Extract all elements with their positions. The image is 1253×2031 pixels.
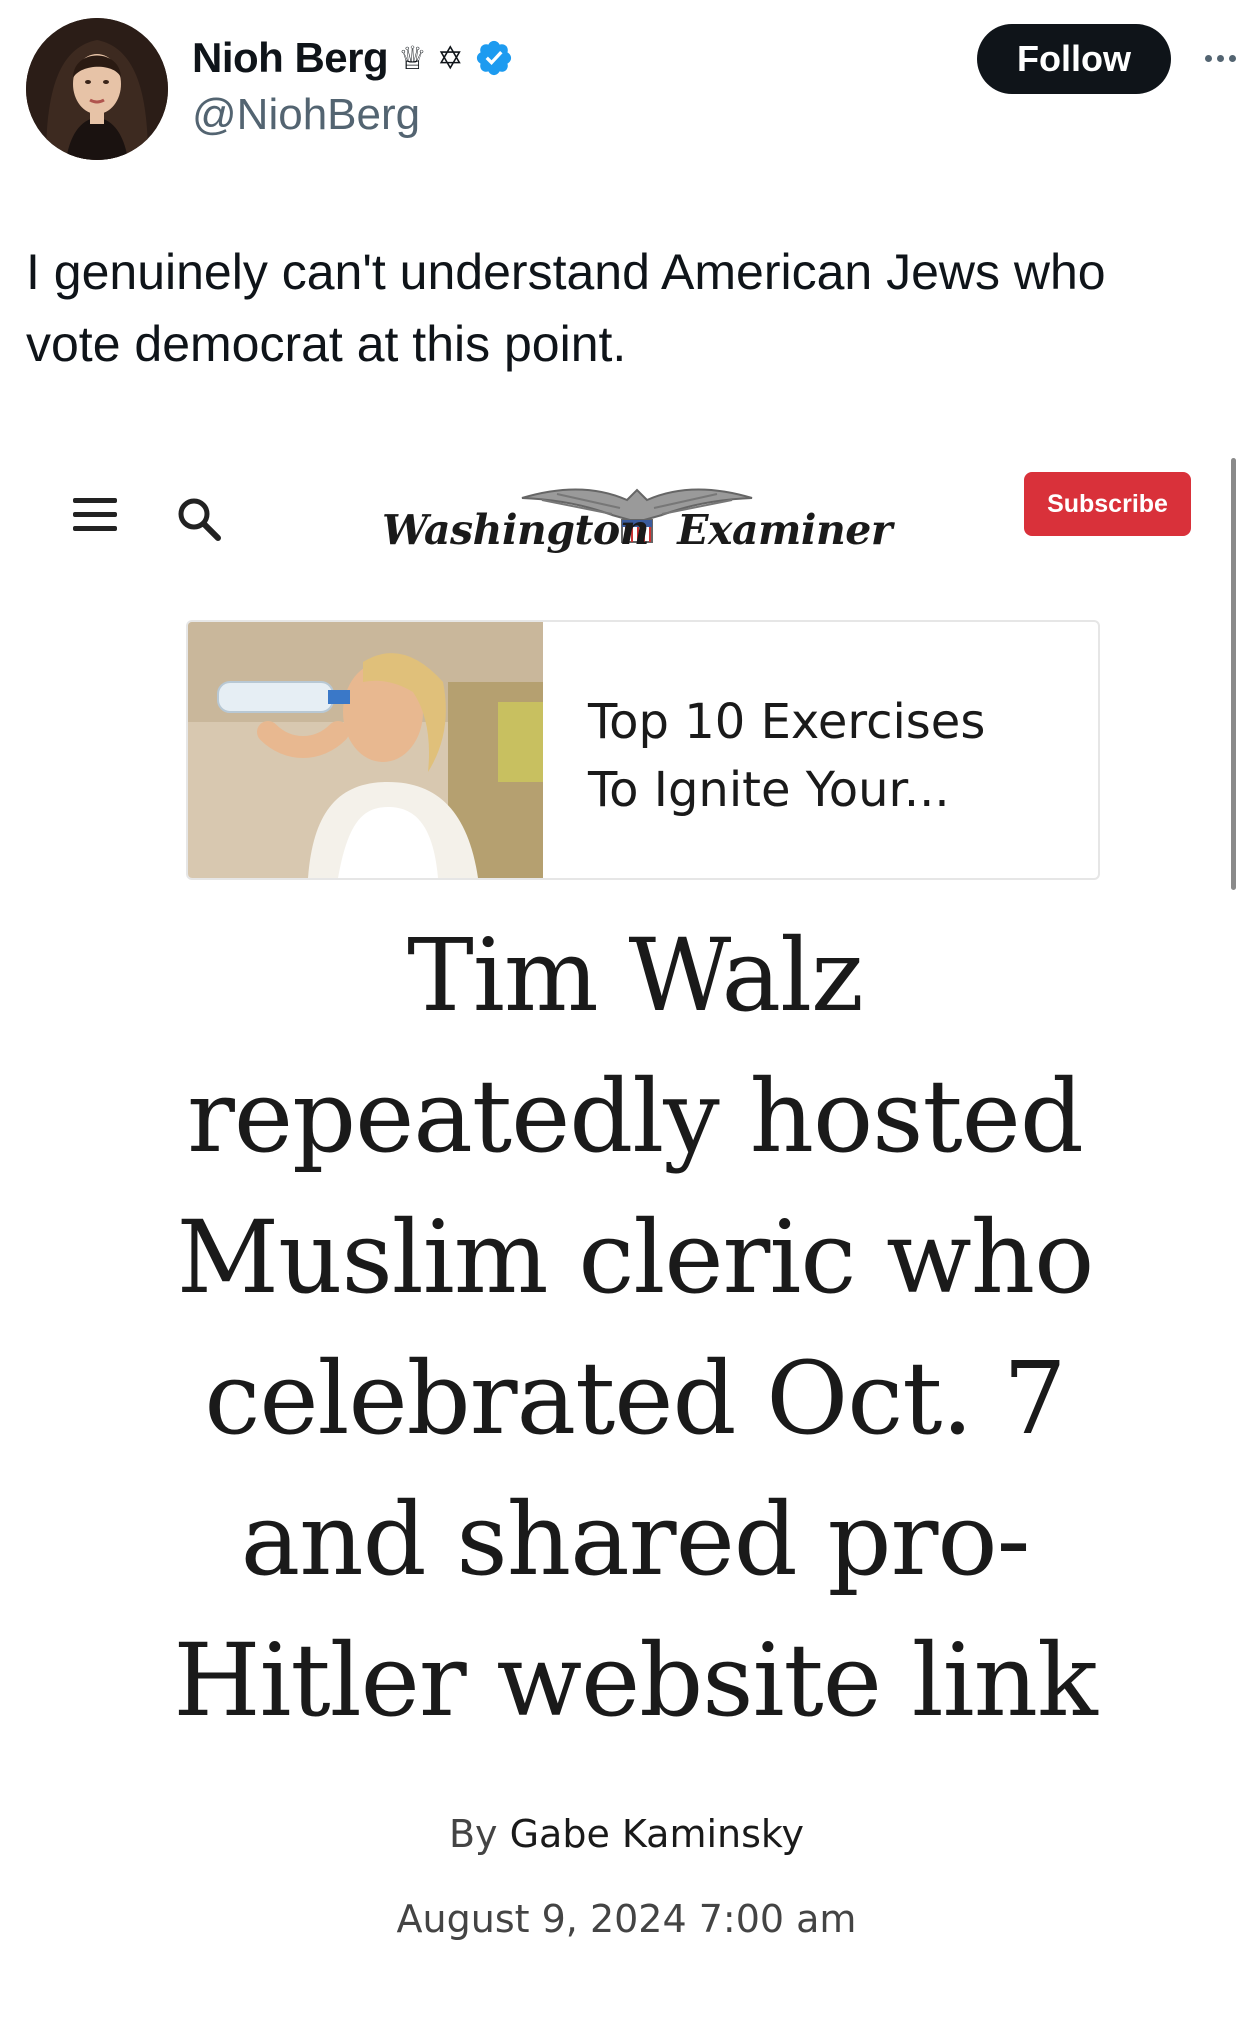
- ad-image: [188, 622, 543, 878]
- byline: By Gabe Kaminsky: [0, 1812, 1253, 1856]
- star-of-david-badge: ✡: [436, 40, 464, 76]
- author-handle[interactable]: @NiohBerg: [192, 90, 420, 140]
- publication-masthead[interactable]: Washington Examiner: [382, 470, 892, 570]
- tweet-text: I genuinely can't understand American Je…: [26, 244, 1106, 372]
- author-name-row[interactable]: Nioh Berg ♕ ✡: [192, 30, 514, 86]
- ad-title[interactable]: Top 10 Exercises To Ignite Your...: [588, 688, 1068, 824]
- masthead-left: Washington: [382, 506, 650, 554]
- crown-badge: ♕: [398, 40, 427, 76]
- more-icon[interactable]: [1196, 40, 1244, 76]
- menu-icon[interactable]: [73, 498, 117, 532]
- article-date: August 9, 2024 7:00 am: [396, 1897, 857, 1941]
- ad-card[interactable]: Top 10 Exercises To Ignite Your...: [186, 620, 1100, 880]
- subscribe-button[interactable]: Subscribe: [1024, 472, 1191, 536]
- search-icon[interactable]: [174, 494, 224, 544]
- follow-button[interactable]: Follow: [977, 24, 1171, 94]
- avatar[interactable]: [26, 18, 168, 160]
- article-author[interactable]: Gabe Kaminsky: [510, 1812, 804, 1856]
- display-name[interactable]: Nioh Berg: [192, 34, 389, 82]
- verified-icon[interactable]: [474, 38, 514, 78]
- byline-prefix: By: [448, 1812, 498, 1856]
- scrollbar[interactable]: [1231, 458, 1236, 890]
- article-headline: Tim Walz repeatedly hosted Muslim cleric…: [173, 917, 1097, 1739]
- masthead-right: Examiner: [677, 506, 892, 554]
